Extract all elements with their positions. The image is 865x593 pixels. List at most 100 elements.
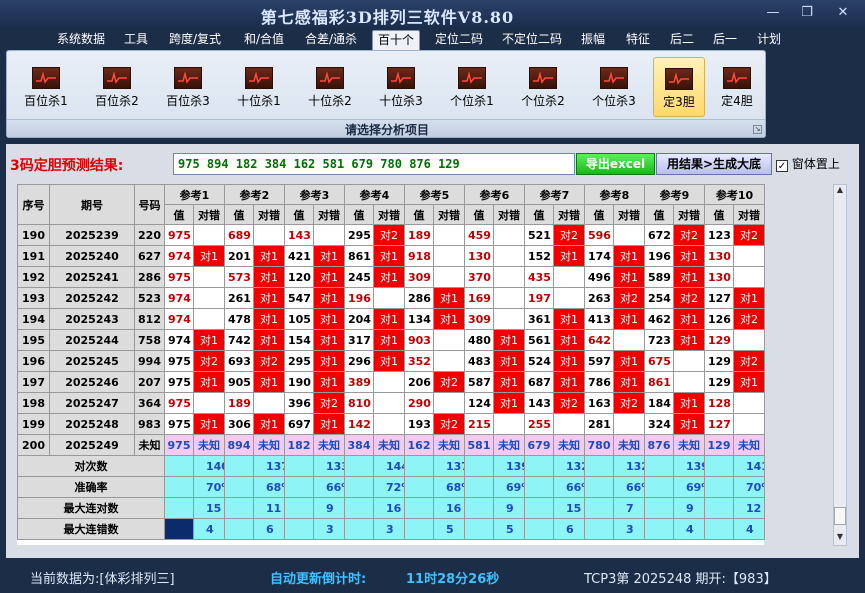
menu-item-7[interactable]: 不定位二码 [494, 30, 570, 50]
stat-blank-cell [524, 476, 554, 498]
header-value[interactable]: 值 [704, 204, 734, 225]
topmost-checkbox[interactable]: ✓ [776, 160, 788, 172]
header-hit[interactable]: 对错 [313, 204, 345, 225]
header-hit[interactable]: 对错 [733, 204, 765, 225]
scroll-up-icon[interactable]: ▲ [834, 185, 846, 197]
vertical-scrollbar[interactable]: ▲ ▼ [833, 184, 847, 546]
ref-hit-cell: 对2 [553, 392, 585, 414]
ref-hit-cell: 对1 [553, 371, 585, 393]
ribbon-button-3[interactable]: 十位杀1 [227, 57, 291, 117]
stat-value-cell: 144 [373, 455, 405, 477]
header-ref-group[interactable]: 参考1 [164, 184, 225, 205]
table-row[interactable]: 199 2025248 983 975 对1 306 对1 697 对1 142 193 对2 215 2… [17, 413, 765, 435]
ref-hit-cell: 对1 [253, 287, 285, 309]
header-value[interactable]: 值 [284, 204, 314, 225]
export-excel-button[interactable]: 导出excel [576, 153, 655, 175]
stat-value-cell: 4 [673, 518, 705, 540]
header-hit[interactable]: 对错 [493, 204, 525, 225]
ref-value-cell: 189 [404, 224, 434, 246]
menu-item-2[interactable]: 跨度/复式 [163, 30, 227, 50]
menu-item-4[interactable]: 合差/通杀 [300, 30, 362, 50]
header-ref-group[interactable]: 参考7 [524, 184, 585, 205]
menu-item-11[interactable]: 后一 [707, 30, 743, 50]
scroll-down-icon[interactable]: ▼ [834, 532, 846, 544]
ribbon-button-1[interactable]: 百位杀2 [85, 57, 149, 117]
ribbon-button-2[interactable]: 百位杀3 [156, 57, 220, 117]
ribbon-button-8[interactable]: 个位杀3 [582, 57, 646, 117]
ref-hit-cell: 对1 [613, 371, 645, 393]
table-row[interactable]: 193 2025242 523 974 261 对1 547 对1 196 286 对1 169 197… [17, 287, 765, 309]
header-ref-group[interactable]: 参考2 [224, 184, 285, 205]
header-ref-group[interactable]: 参考6 [464, 184, 525, 205]
generate-large-base-button[interactable]: 用结果>生成大底 [656, 153, 772, 175]
menu-item-8[interactable]: 振幅 [577, 30, 609, 50]
table-row[interactable]: 196 2025245 994 975 对2 693 对2 295 对1 296 对1 352 483 对… [17, 350, 765, 372]
header-hit[interactable]: 对错 [193, 204, 225, 225]
status-countdown-value: 11时28分26秒 [406, 572, 500, 587]
header-value[interactable]: 值 [404, 204, 434, 225]
menu-item-1[interactable]: 工具 [119, 30, 153, 50]
ref-hit-cell [433, 224, 465, 246]
table-row[interactable]: 198 2025247 364 975 189 396 对2 810 290 124 对1 143 对2… [17, 392, 765, 414]
ribbon-button-4[interactable]: 十位杀2 [298, 57, 362, 117]
header-value[interactable]: 值 [644, 204, 674, 225]
header-value[interactable]: 值 [224, 204, 254, 225]
header-ref-group[interactable]: 参考10 [704, 184, 765, 205]
ribbon-button-0[interactable]: 百位杀1 [14, 57, 78, 117]
header-ref-group[interactable]: 参考5 [404, 184, 465, 205]
row-seq: 195 [17, 329, 50, 351]
menu-item-3[interactable]: 和/合值 [238, 30, 290, 50]
header-hit[interactable]: 对错 [613, 204, 645, 225]
stat-value-cell: 132 [613, 455, 645, 477]
header-value[interactable]: 值 [344, 204, 374, 225]
minimize-button[interactable]: — [762, 4, 784, 22]
menu-item-6[interactable]: 定位二码 [427, 30, 491, 50]
header-value[interactable]: 值 [464, 204, 494, 225]
menu-item-9[interactable]: 特征 [620, 30, 656, 50]
header-value[interactable]: 值 [584, 204, 614, 225]
table-row[interactable]: 195 2025244 758 974 对1 742 对1 154 对1 317 对1 903 480 对… [17, 329, 765, 351]
menu-item-0[interactable]: 系统数据 [52, 30, 110, 50]
stat-row: 准确率 70% 68% 66% 72% 68% 69% 66% 66% 69% 70% [17, 476, 765, 498]
header-ref-group[interactable]: 参考8 [584, 184, 645, 205]
header-hit[interactable]: 对错 [433, 204, 465, 225]
ribbon-button-10[interactable]: 定4胆 [711, 57, 763, 117]
header-number[interactable]: 号码 [134, 184, 165, 225]
header-value[interactable]: 值 [164, 204, 194, 225]
header-hit[interactable]: 对错 [673, 204, 705, 225]
topmost-checkbox-wrap[interactable]: ✓ 窗体置上 [776, 155, 840, 172]
header-seq[interactable]: 序号 [17, 184, 50, 225]
menu-item-10[interactable]: 后二 [664, 30, 700, 50]
header-ref-group[interactable]: 参考9 [644, 184, 705, 205]
table-row[interactable]: 194 2025243 812 974 478 对1 105 对1 204 对1 134 对1 309 3… [17, 308, 765, 330]
header-ref-group[interactable]: 参考4 [344, 184, 405, 205]
prediction-result-field[interactable]: 975 894 182 384 162 581 679 780 876 129 [173, 153, 575, 175]
ref-hit-cell: 对2 [313, 392, 345, 414]
menu-item-5[interactable]: 百十个 [372, 30, 420, 50]
close-button[interactable]: ✕ [832, 4, 854, 22]
scroll-thumb[interactable] [834, 507, 846, 525]
header-hit[interactable]: 对错 [553, 204, 585, 225]
table-row[interactable]: 197 2025246 207 975 对1 905 对1 190 对1 389 206 对2 587 对… [17, 371, 765, 393]
header-value[interactable]: 值 [524, 204, 554, 225]
maximize-button[interactable]: ❐ [796, 4, 818, 22]
table-row[interactable]: 191 2025240 627 974 对1 201 对1 421 对1 861 对1 918 130 1… [17, 245, 765, 267]
header-hit[interactable]: 对错 [373, 204, 405, 225]
prediction-row[interactable]: 200 2025249 未知 975 未知 894 未知 182 未知 384 未知 162 未知 581… [17, 434, 765, 456]
ribbon-button-9[interactable]: 定3胆 [653, 57, 705, 117]
header-ref-group[interactable]: 参考3 [284, 184, 345, 205]
ribbon-button-6[interactable]: 个位杀1 [440, 57, 504, 117]
ref-value-cell: 127 [704, 413, 734, 435]
ribbon-expand-icon[interactable]: ↘ [753, 125, 762, 134]
ribbon-button-7[interactable]: 个位杀2 [511, 57, 575, 117]
row-issue: 2025243 [49, 308, 135, 330]
header-issue[interactable]: 期号 [49, 184, 135, 225]
table-row[interactable]: 192 2025241 286 975 573 对1 120 对1 245 对1 309 370 435… [17, 266, 765, 288]
ribbon-button-5[interactable]: 十位杀3 [369, 57, 433, 117]
header-hit[interactable]: 对错 [253, 204, 285, 225]
stat-blank-cell [464, 476, 494, 498]
table-row[interactable]: 190 2025239 220 975 689 143 295 对2 189 459 521 对2 59… [17, 224, 765, 246]
ref-hit-cell: 对1 [193, 413, 225, 435]
ref-hit-cell: 对1 [733, 371, 765, 393]
menu-item-12[interactable]: 计划 [751, 30, 787, 50]
